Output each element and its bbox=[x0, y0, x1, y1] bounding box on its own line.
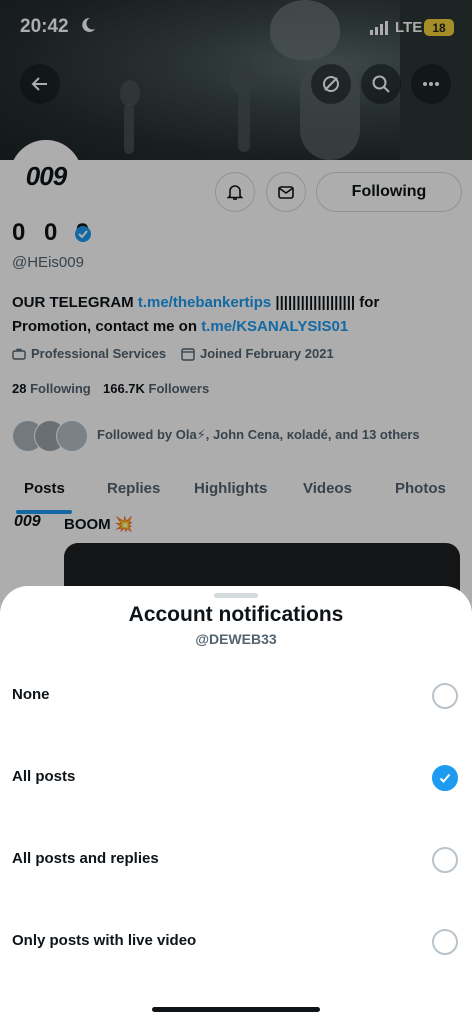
option-all-posts[interactable]: All posts bbox=[0, 748, 472, 808]
option-label: All posts bbox=[12, 768, 76, 785]
option-label: All posts and replies bbox=[12, 850, 159, 867]
option-label: Only posts with live video bbox=[12, 932, 197, 949]
option-all-posts-replies[interactable]: All posts and replies bbox=[0, 830, 472, 890]
radio-unchecked[interactable] bbox=[432, 683, 458, 709]
option-live-video[interactable]: Only posts with live video bbox=[0, 912, 472, 972]
drag-handle[interactable] bbox=[214, 593, 258, 598]
check-icon bbox=[439, 773, 451, 783]
radio-unchecked[interactable] bbox=[432, 929, 458, 955]
sheet-title: Account notifications bbox=[128, 603, 344, 626]
radio-unchecked[interactable] bbox=[432, 847, 458, 873]
notifications-sheet: Account notifications @DEWEB33 None All … bbox=[0, 586, 472, 1024]
sheet-subtitle: @DEWEB33 bbox=[195, 631, 277, 647]
option-none[interactable]: None bbox=[0, 666, 472, 726]
option-label: None bbox=[12, 686, 50, 703]
radio-checked[interactable] bbox=[432, 765, 458, 791]
home-indicator[interactable] bbox=[152, 1007, 320, 1012]
